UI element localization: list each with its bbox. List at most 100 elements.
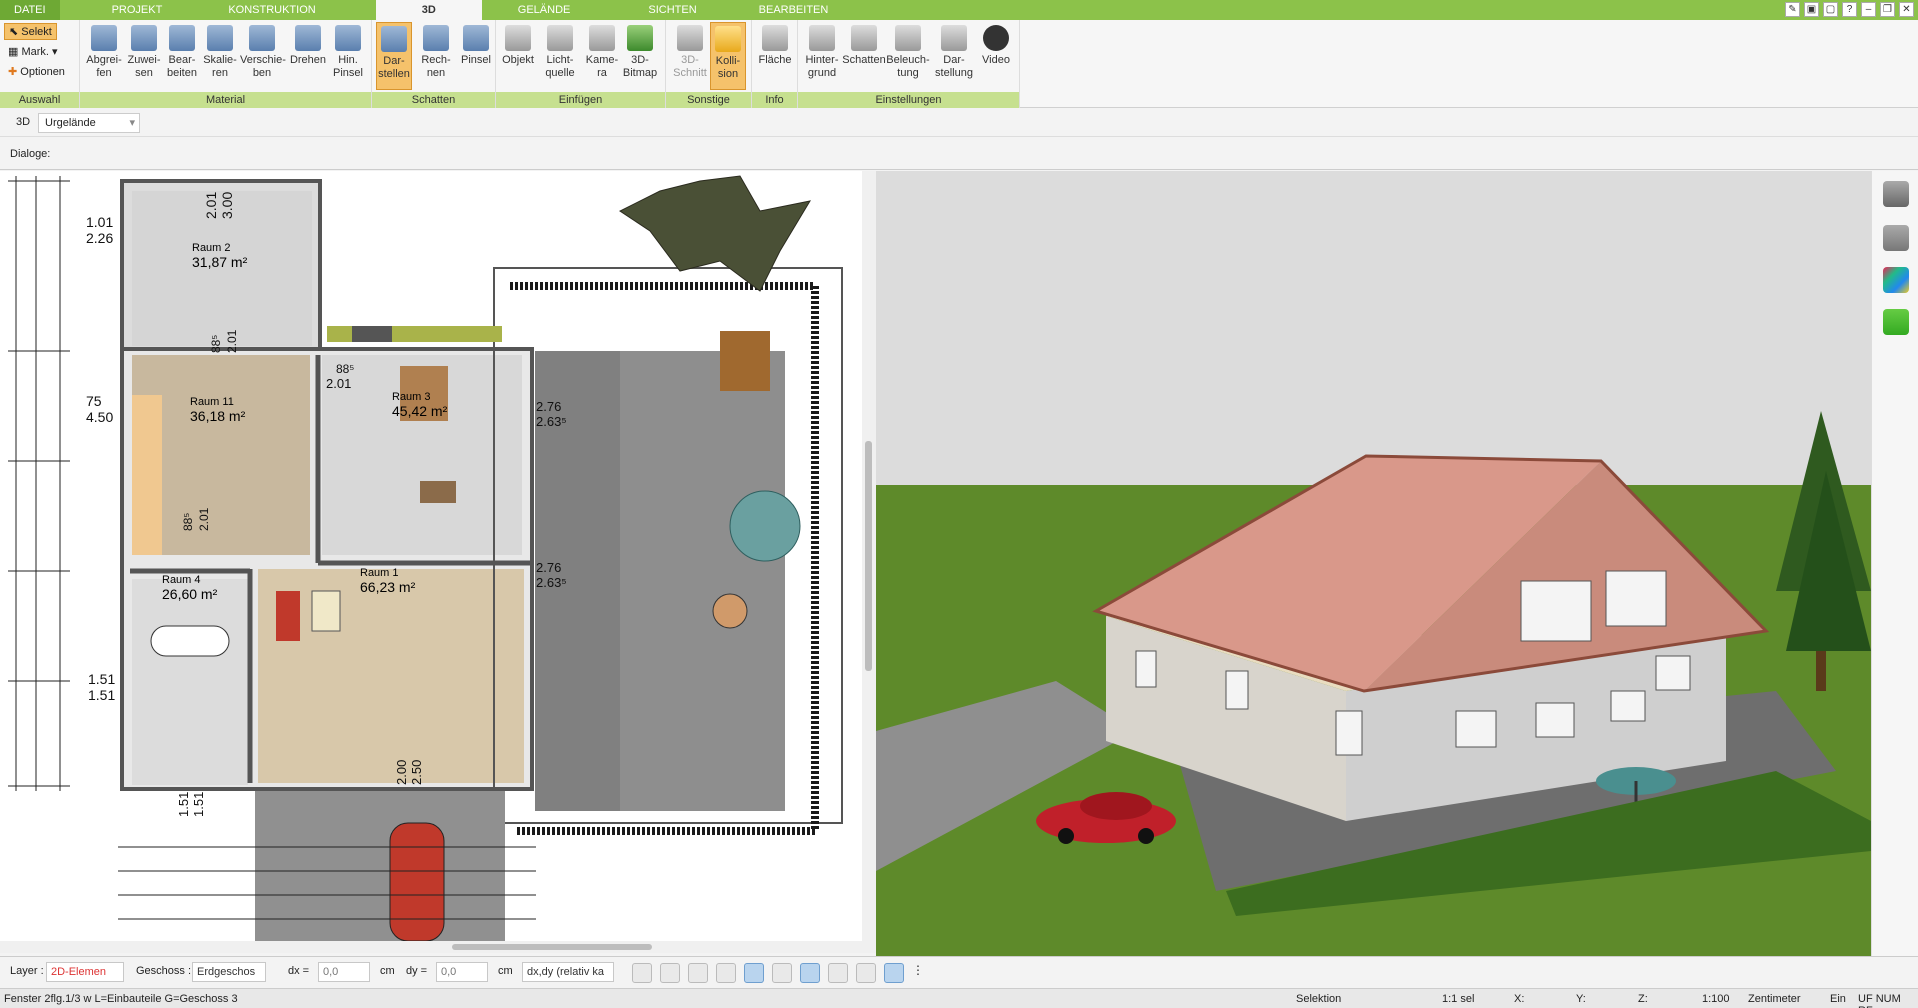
dx-input[interactable]: 0,0: [318, 962, 370, 982]
pipette-icon: [91, 25, 117, 51]
layer-label: Layer :: [10, 965, 44, 977]
dy-unit: cm: [498, 965, 513, 977]
group-label-material: Material: [80, 92, 371, 108]
beleuchtung-button[interactable]: Beleuch- tung: [886, 22, 930, 90]
layout-icon[interactable]: ▣: [1804, 2, 1819, 17]
dim-label: 75: [86, 393, 102, 409]
floor-select[interactable]: Erdgeschos: [192, 962, 266, 982]
abgreifen-button[interactable]: Abgrei- fen: [82, 22, 126, 90]
house-shadow-icon: [851, 25, 877, 51]
tab-projekt[interactable]: PROJEKT: [98, 0, 177, 20]
darstellen-button[interactable]: Dar- stellen: [376, 22, 412, 90]
lichtquelle-button[interactable]: Licht- quelle: [538, 22, 582, 90]
mark-label: Mark.: [21, 46, 49, 58]
drehen-button[interactable]: Drehen: [286, 22, 330, 90]
status-unit: Zentimeter: [1748, 993, 1801, 1005]
dy-input[interactable]: 0,0: [436, 962, 488, 982]
hin-pinsel-button[interactable]: Hin. Pinsel: [326, 22, 370, 90]
objekt-button[interactable]: Objekt: [496, 22, 540, 90]
dim-label: 2.01: [203, 192, 219, 219]
tab-bearbeiten[interactable]: BEARBEITEN: [745, 0, 843, 20]
room-label-area-1: 66,23 m²: [360, 579, 416, 595]
skalieren-button[interactable]: Skalie- ren: [198, 22, 242, 90]
close-icon[interactable]: ✕: [1899, 2, 1914, 17]
plan-vertical-scrollbar[interactable]: [862, 171, 876, 941]
rechnen-button[interactable]: Rech- nen: [414, 22, 458, 90]
schatten-settings-button[interactable]: Schatten: [842, 22, 886, 90]
scrollbar-thumb[interactable]: [865, 441, 872, 671]
tab-3d[interactable]: 3D: [375, 0, 482, 20]
scrollbar-thumb[interactable]: [452, 944, 652, 950]
3d-schnitt-button[interactable]: 3D- Schnitt: [668, 22, 712, 90]
kollision-button[interactable]: Kolli- sion: [710, 22, 746, 90]
darstellung-label: Dar- stellung: [935, 54, 973, 79]
window-icon[interactable]: ▢: [1823, 2, 1838, 17]
app-window: DATEI PROJEKT KONSTRUKTION 3D GELÄNDE SI…: [0, 0, 1918, 1008]
status-bar: Fenster 2flg.1/3 w L=Einbauteile G=Gesch…: [0, 988, 1918, 1008]
print-icon[interactable]: [688, 963, 708, 983]
dim-label: 2.76: [536, 399, 561, 414]
verschieben-label: Verschie- ben: [240, 54, 286, 79]
coordinate-mode-select[interactable]: dx,dy (relativ ka: [522, 962, 614, 982]
terrain-select[interactable]: Urgelände ▾: [38, 113, 140, 133]
dx-label: dx =: [288, 965, 310, 977]
dim-label: 2.26: [86, 230, 113, 246]
snap-icon[interactable]: [744, 963, 764, 983]
cloud-icon[interactable]: [828, 963, 848, 983]
pinsel-label: Pinsel: [461, 54, 491, 66]
dim-label: 2.63⁵: [536, 575, 567, 590]
room-label-name-1: Raum 1: [360, 567, 399, 579]
hintergrund-button[interactable]: Hinter- grund: [800, 22, 844, 90]
3d-view[interactable]: [876, 171, 1871, 956]
group-auswahl: ⬉ Selekt ▦ Mark. ▾ ✚ Optionen Auswahl: [0, 20, 80, 108]
layer-fill-icon[interactable]: [800, 963, 820, 983]
grid-icon[interactable]: [856, 963, 876, 983]
darstellung-button[interactable]: Dar- stellung: [932, 22, 976, 90]
dim-label: 2.63⁵: [536, 414, 567, 429]
north-icon[interactable]: [884, 963, 904, 983]
ribbon: ⬉ Selekt ▦ Mark. ▾ ✚ Optionen Auswahl Ab…: [0, 20, 1918, 108]
plan-horizontal-scrollbar[interactable]: [0, 941, 876, 953]
3d-bitmap-button[interactable]: 3D- Bitmap: [618, 22, 662, 90]
video-label: Video: [982, 54, 1010, 66]
room-label-name-3: Raum 3: [392, 391, 431, 403]
layer-select[interactable]: 2D-Elemen: [46, 962, 124, 982]
mark-button[interactable]: ▦ Mark. ▾: [4, 44, 62, 61]
group-schatten: Dar- stellen Rech- nen Pinsel Schatten: [372, 20, 496, 108]
tab-sichten[interactable]: SICHTEN: [634, 0, 710, 20]
verschieben-button[interactable]: Verschie- ben: [240, 22, 286, 90]
clock-icon[interactable]: [632, 963, 652, 983]
floor-plan-view[interactable]: Raum 2 31,87 m² Raum 11 36,18 m² Raum 3 …: [0, 171, 862, 941]
brush-icon: [335, 25, 361, 51]
chair-icon[interactable]: [1883, 225, 1909, 251]
dim-label: 4.50: [86, 409, 113, 425]
material-palette-icon[interactable]: [1883, 267, 1909, 293]
dim-label: 88⁵: [336, 362, 354, 376]
video-button[interactable]: Video: [974, 22, 1018, 90]
book-icon[interactable]: [716, 963, 736, 983]
layers-icon[interactable]: [1883, 181, 1909, 207]
select-button[interactable]: ⬉ Selekt: [4, 23, 57, 40]
dx-unit: cm: [380, 965, 395, 977]
tab-konstruktion[interactable]: KONSTRUKTION: [214, 0, 329, 20]
floor-select-value: Erdgeschos: [197, 966, 256, 978]
minimize-icon[interactable]: –: [1861, 2, 1876, 17]
monitor-icon[interactable]: [660, 963, 680, 983]
tab-gelaende[interactable]: GELÄNDE: [504, 0, 585, 20]
options-button[interactable]: ✚ Optionen: [4, 64, 69, 81]
tool-icon[interactable]: ✎: [1785, 2, 1800, 17]
flaeche-button[interactable]: Fläche: [753, 22, 797, 90]
pinsel-button[interactable]: Pinsel: [454, 22, 498, 90]
lightbulb-icon: [547, 25, 573, 51]
restore-icon[interactable]: ❐: [1880, 2, 1895, 17]
help-icon[interactable]: ?: [1842, 2, 1857, 17]
more-icon[interactable]: ⋮: [912, 963, 924, 983]
tree-icon[interactable]: [1883, 309, 1909, 335]
view-bar: 3D Urgelände ▾: [0, 109, 1918, 137]
dialogs-label: Dialoge:: [10, 148, 51, 160]
group-sonstige: 3D- Schnitt Kolli- sion Sonstige: [666, 20, 752, 108]
tab-datei[interactable]: DATEI: [0, 0, 60, 20]
scale-icon: [207, 25, 233, 51]
calculate-cube-icon: [423, 25, 449, 51]
link-icon[interactable]: [772, 963, 792, 983]
